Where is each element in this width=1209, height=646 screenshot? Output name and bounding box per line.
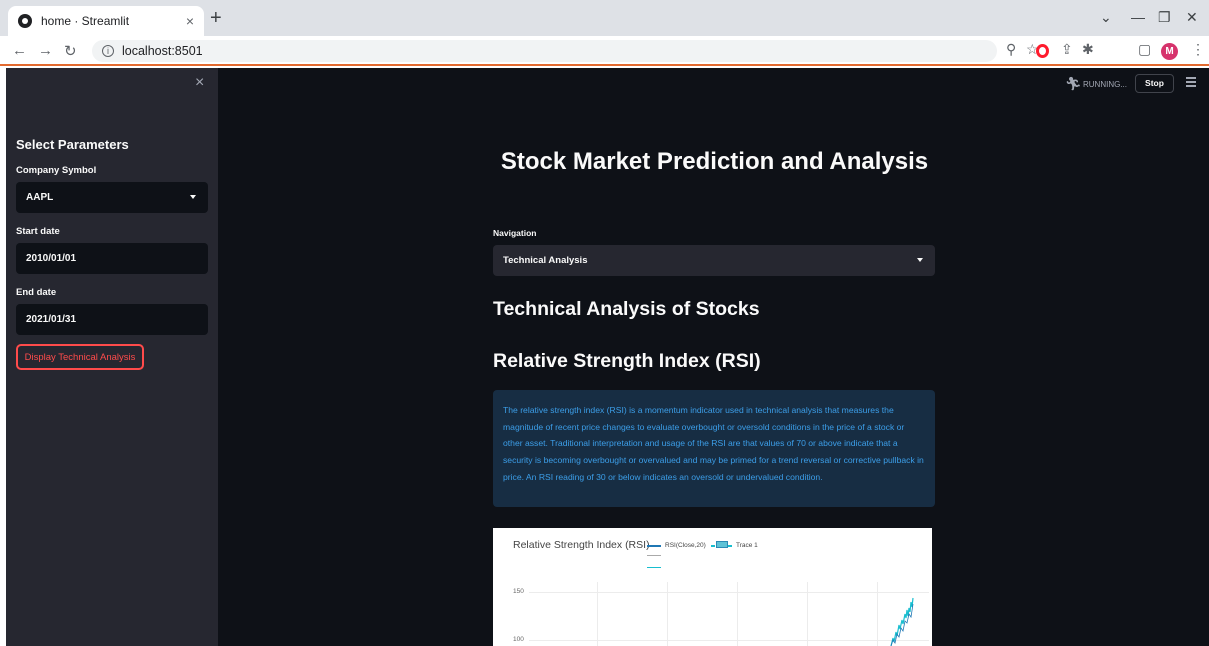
display-technical-analysis-button[interactable]: Display Technical Analysis [16, 344, 144, 370]
streamlit-app: × Select Parameters Company Symbol AAPL … [6, 68, 1209, 646]
tab-close-icon[interactable]: × [186, 13, 194, 29]
restore-icon[interactable]: ❐ [1158, 9, 1171, 26]
start-date-value: 2010/01/01 [26, 253, 77, 264]
end-date-label: End date [16, 287, 57, 298]
chevron-down-icon [917, 258, 923, 262]
start-date-label: Start date [16, 226, 60, 237]
address-bar: ← → ↻ i localhost:8501 ⚲ ⇪ ☆ ✱ ▢ M ⋮ [0, 36, 1209, 66]
running-man-icon: 🏃︎ [1065, 76, 1082, 91]
sidebar: × Select Parameters Company Symbol AAPL … [6, 68, 218, 646]
new-tab-button[interactable]: + [210, 8, 222, 28]
company-symbol-value: AAPL [26, 192, 54, 203]
browser-tab[interactable]: home · Streamlit × [8, 6, 204, 36]
profile-avatar[interactable]: M [1161, 43, 1178, 60]
forward-icon[interactable]: → [38, 42, 53, 59]
rsi-series-line [890, 597, 914, 646]
sidebar-close-icon[interactable]: × [195, 74, 204, 92]
rsi-chart[interactable]: Relative Strength Index (RSI) RSI(Close,… [493, 528, 932, 646]
end-date-input[interactable]: 2021/01/31 [16, 304, 208, 335]
section-heading: Technical Analysis of Stocks [493, 298, 760, 320]
tab-title: home · Streamlit [41, 14, 130, 28]
tab-search-icon[interactable]: ⌄ [1100, 9, 1112, 26]
navigation-select[interactable]: Technical Analysis [493, 245, 935, 276]
start-date-input[interactable]: 2010/01/01 [16, 243, 208, 274]
browser-menu-icon[interactable]: ⋮ [1191, 41, 1205, 58]
rsi-info-box: The relative strength index (RSI) is a m… [493, 390, 935, 507]
stop-button[interactable]: Stop [1135, 74, 1174, 93]
window-close-icon[interactable]: ✕ [1186, 9, 1198, 26]
opera-extension-icon[interactable] [1036, 44, 1049, 58]
company-symbol-label: Company Symbol [16, 165, 97, 176]
hamburger-menu-icon[interactable] [1186, 77, 1196, 87]
reload-icon[interactable]: ↻ [64, 42, 77, 60]
site-info-icon[interactable]: i [102, 45, 114, 57]
page-title: Stock Market Prediction and Analysis [500, 148, 929, 175]
running-status: RUNNING... [1083, 80, 1127, 89]
navigation-value: Technical Analysis [503, 255, 588, 266]
url-text[interactable]: localhost:8501 [122, 44, 203, 58]
minimize-icon[interactable]: — [1131, 9, 1145, 25]
chevron-down-icon [190, 195, 196, 199]
omnibox[interactable]: i localhost:8501 [92, 40, 997, 62]
share-icon[interactable]: ⇪ [1061, 41, 1073, 58]
zoom-icon[interactable]: ⚲ [1006, 41, 1016, 58]
rsi-plot-area [890, 597, 914, 646]
browser-tab-bar: home · Streamlit × + ⌄ — ❐ ✕ [0, 0, 1209, 36]
end-date-value: 2021/01/31 [26, 314, 77, 325]
sidebar-title: Select Parameters [16, 137, 129, 152]
side-panel-icon[interactable]: ▢ [1138, 41, 1151, 58]
streamlit-favicon-icon [18, 14, 32, 28]
back-icon[interactable]: ← [12, 42, 27, 59]
rsi-heading: Relative Strength Index (RSI) [493, 350, 761, 372]
navigation-label: Navigation [493, 228, 537, 238]
extensions-icon[interactable]: ✱ [1082, 41, 1094, 58]
company-symbol-select[interactable]: AAPL [16, 182, 208, 213]
